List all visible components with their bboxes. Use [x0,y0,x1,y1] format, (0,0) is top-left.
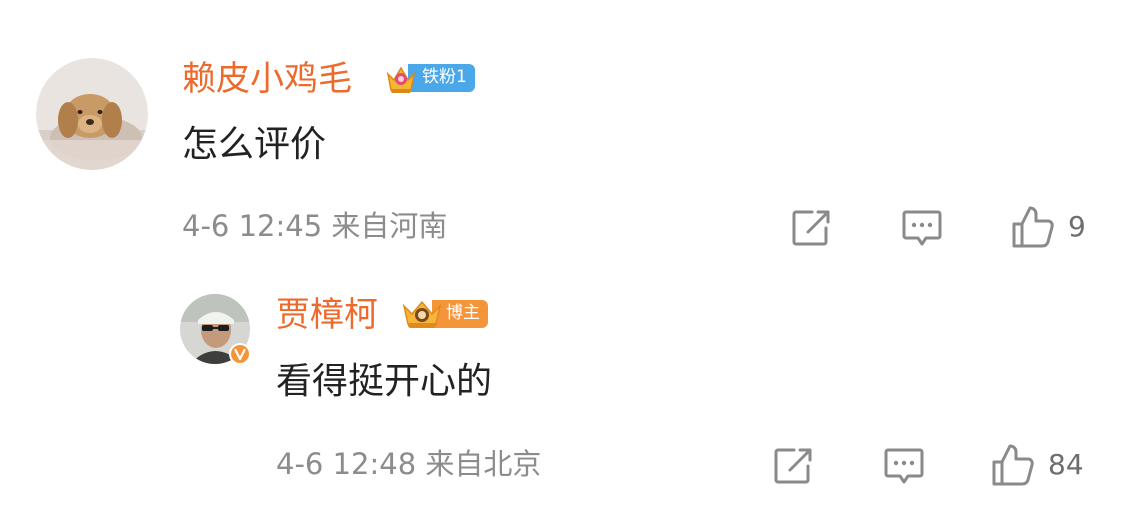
comment-meta: 4-6 12:48 来自北京 [276,447,542,481]
share-icon [792,210,830,246]
like-button[interactable]: 84 [990,442,1084,488]
comment-text: 怎么评价 [182,124,327,165]
share-icon [774,448,812,484]
badge-label: 铁粉1 [408,64,475,92]
crown-icon [402,300,442,328]
comment-meta: 4-6 12:45 来自河南 [182,209,448,243]
like-icon [1012,206,1054,248]
like-button[interactable]: 9 [1010,204,1086,250]
username[interactable]: 贾樟柯 [276,298,378,332]
crown-icon [386,66,416,93]
share-button[interactable] [790,208,832,248]
reply-button[interactable] [882,446,926,488]
avatar[interactable] [180,294,251,365]
like-count: 84 [1048,448,1084,481]
share-button[interactable] [772,446,814,486]
avatar[interactable] [36,58,148,170]
like-icon [992,444,1034,486]
reply-icon [884,448,924,484]
comment-text: 看得挺开心的 [276,361,493,402]
host-badge[interactable]: 博主 [400,296,488,332]
verified-icon [229,343,251,365]
fan-badge[interactable]: 铁粉1 [384,60,475,96]
reply-icon [902,210,942,246]
username[interactable]: 赖皮小鸡毛 [182,62,352,96]
like-count: 9 [1068,210,1086,243]
reply-button[interactable] [900,208,944,250]
